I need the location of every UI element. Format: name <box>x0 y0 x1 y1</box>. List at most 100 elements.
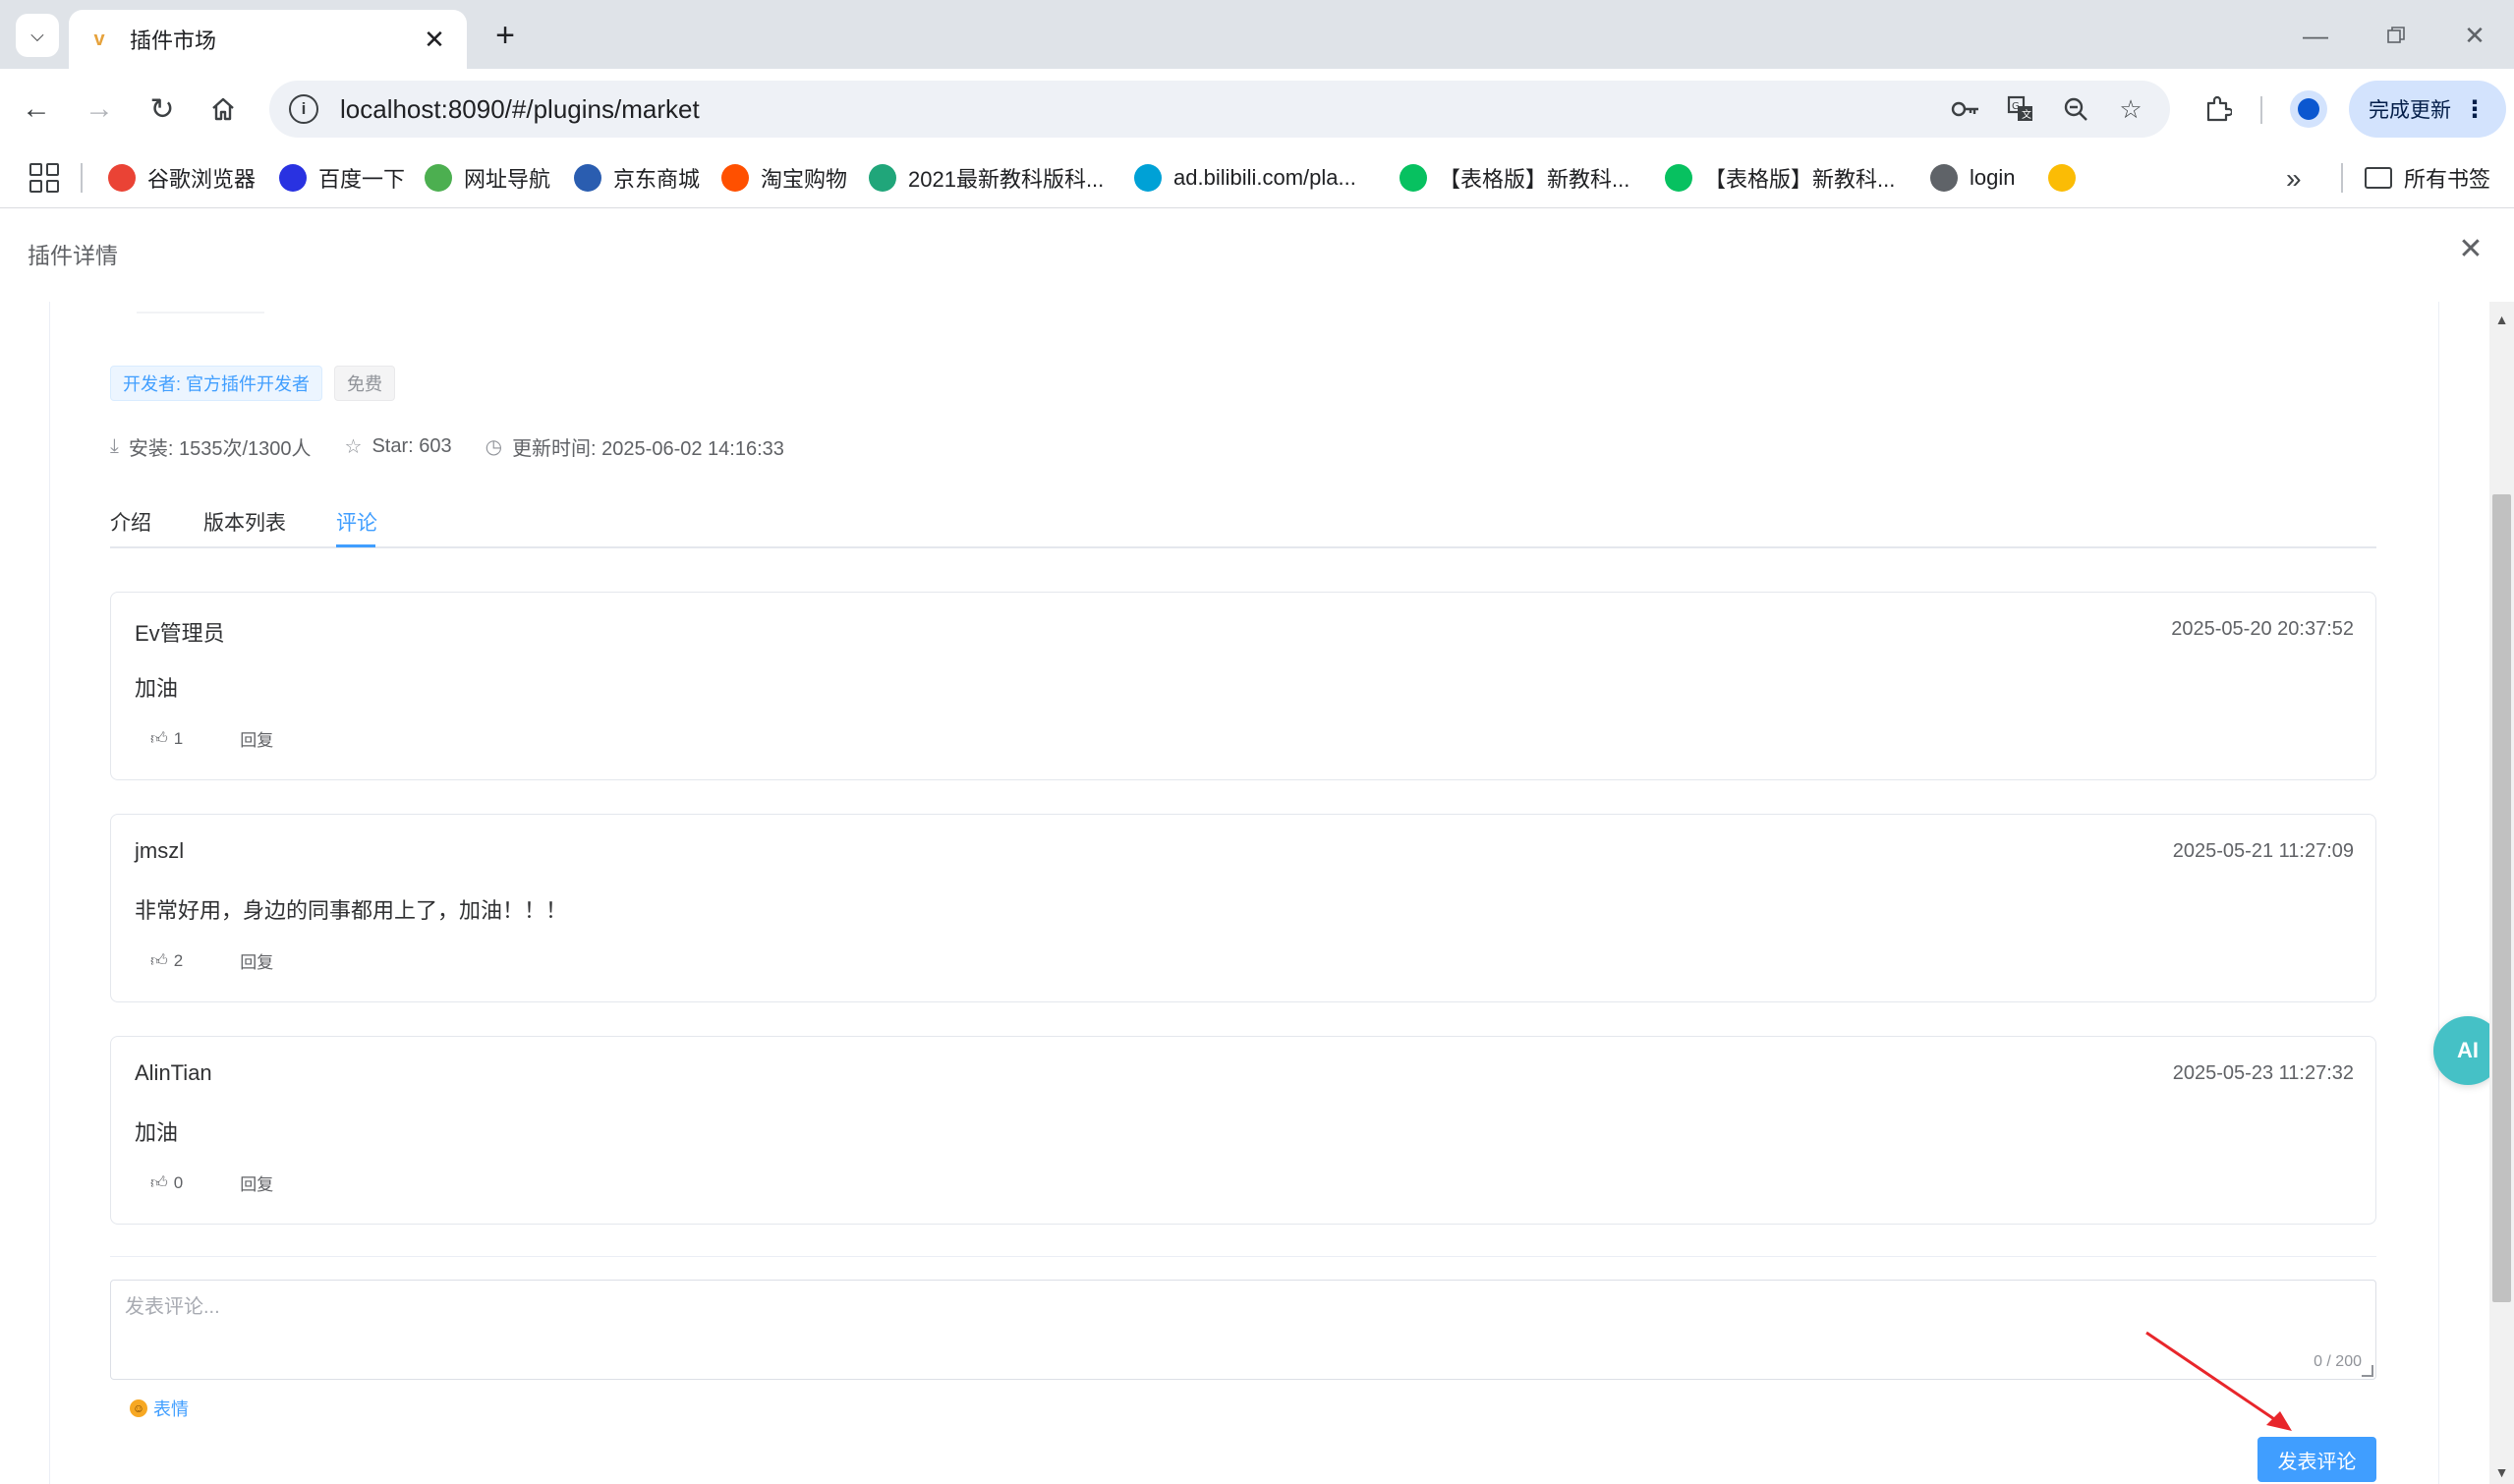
comment-actions: 👍︎ 1 回复 <box>150 726 273 751</box>
bookmark-label: 谷歌浏览器 <box>147 167 257 192</box>
site-info-icon[interactable]: i <box>289 94 318 124</box>
svg-text:文: 文 <box>2022 108 2031 121</box>
download-icon: ⤓ <box>110 435 119 457</box>
bookmark-item[interactable]: login <box>1930 159 2015 197</box>
address-bar[interactable]: i localhost:8090/#/plugins/market 文G ☆ <box>269 81 2170 138</box>
comment-author: Ev管理员 <box>135 621 225 646</box>
all-bookmarks-label: 所有书签 <box>2404 167 2491 192</box>
comment-card: jmszl 2025-05-21 11:27:09 非常好用，身边的同事都用上了… <box>110 814 2376 1002</box>
reply-button[interactable]: 回复 <box>240 1170 273 1195</box>
bookmark-item[interactable]: 【表格版】新教科... <box>1665 159 1895 197</box>
like-count: 2 <box>173 950 184 970</box>
bookmark-label: ad.bilibili.com/pla... <box>1173 165 1356 190</box>
tab-versions[interactable]: 版本列表 <box>203 507 286 546</box>
page-scrollbar[interactable]: ▲ ▼ <box>2489 302 2514 1484</box>
bookmarks-bar: 谷歌浏览器 百度一下 网址导航 京东商城 淘宝购物 2021最新教科版科... ad.bil… <box>0 149 2514 208</box>
new-tab-button[interactable]: + <box>484 14 527 57</box>
bookmark-item[interactable]: 百度一下 <box>279 159 405 197</box>
browser-tab-active[interactable]: v 插件市场 ✕ <box>69 10 467 69</box>
back-arrow-icon[interactable]: ← <box>14 86 59 132</box>
scrollbar-thumb[interactable] <box>2492 494 2511 1302</box>
emoji-button[interactable]: ☺ 表情 <box>130 1396 189 1421</box>
comment-input[interactable] <box>125 1290 2362 1349</box>
close-window-icon[interactable]: ✕ <box>2453 14 2496 57</box>
bookmark-item[interactable]: 网址导航 <box>425 159 550 197</box>
emoji-label: 表情 <box>153 1399 189 1419</box>
reply-button[interactable]: 回复 <box>240 948 273 973</box>
tab-intro[interactable]: 介绍 <box>110 507 151 546</box>
more-bookmarks-chevron-icon[interactable]: » <box>2286 163 2302 195</box>
globe-icon <box>1930 164 1958 192</box>
home-icon[interactable] <box>200 86 246 132</box>
comment-actions: 👍︎ 0 回复 <box>150 1170 273 1195</box>
star-count-text: Star: 603 <box>371 435 452 457</box>
bookmark-label: 2021最新教科版科... <box>908 167 1105 192</box>
bookmark-label: 百度一下 <box>318 167 406 192</box>
detail-tabs: 介绍 版本列表 评论 <box>110 503 2376 548</box>
char-counter: 0 / 200 <box>2314 1353 2362 1370</box>
tab-search-button[interactable]: ⌵ <box>16 14 59 57</box>
like-count: 1 <box>173 728 184 748</box>
tab-comments[interactable]: 评论 <box>336 507 377 546</box>
password-key-icon[interactable] <box>1946 89 1985 129</box>
bookmark-item[interactable]: 2021最新教科版科... <box>869 159 1104 197</box>
translate-icon[interactable]: 文G <box>2001 89 2040 129</box>
address-url[interactable]: localhost:8090/#/plugins/market <box>340 94 1930 125</box>
scroll-up-arrow-icon[interactable]: ▲ <box>2489 308 2514 331</box>
price-tag: 免费 <box>334 366 396 401</box>
like-button[interactable]: 👍︎ 2 <box>150 950 183 971</box>
svg-text:G: G <box>2012 101 2020 112</box>
resize-handle-icon[interactable] <box>2362 1365 2373 1377</box>
wechat-icon <box>1665 164 1692 192</box>
updated-time: ◷ 更新时间: 2025-06-02 14:16:33 <box>486 432 784 461</box>
apps-grid-icon[interactable] <box>29 163 59 193</box>
thumbs-up-icon: 👍︎ <box>150 1173 168 1192</box>
like-button[interactable]: 👍︎ 0 <box>150 1172 183 1193</box>
doc-icon <box>869 164 896 192</box>
close-tab-icon[interactable]: ✕ <box>420 25 449 54</box>
restore-window-icon[interactable] <box>2374 14 2418 57</box>
bookmark-label: 网址导航 <box>464 167 551 192</box>
comment-time: 2025-05-21 11:27:09 <box>2172 840 2354 862</box>
reply-button[interactable]: 回复 <box>240 726 273 751</box>
plugin-meta: ⤓ 安装: 1535次/1300人 ☆ Star: 603 ◷ 更新时间: 20… <box>110 432 818 461</box>
extensions-puzzle-icon[interactable] <box>2196 86 2241 132</box>
folder-icon <box>2365 167 2392 189</box>
zoom-icon[interactable] <box>2056 89 2095 129</box>
reload-icon[interactable]: ↻ <box>140 86 185 132</box>
minimize-window-icon[interactable]: — <box>2294 14 2337 57</box>
install-count: ⤓ 安装: 1535次/1300人 <box>110 432 312 461</box>
chevron-down-icon: ⌵ <box>30 25 44 45</box>
annotation-arrow-icon <box>2145 1331 2292 1431</box>
bookmark-item[interactable]: 谷歌浏览器 <box>108 159 256 197</box>
taobao-icon <box>721 164 749 192</box>
bookmark-label: 【表格版】新教科... <box>1439 167 1630 192</box>
submit-comment-button[interactable]: 发表评论 <box>2257 1437 2376 1482</box>
plugin-detail-header: 插件详情 ✕ <box>0 209 2514 302</box>
star-icon: ☆ <box>344 436 363 458</box>
tab-title: 插件市场 <box>130 29 217 53</box>
bookmark-item[interactable] <box>2048 159 2087 197</box>
browser-tab-strip: ⌵ v 插件市场 ✕ + — ✕ <box>0 0 2514 69</box>
thumbs-up-icon: 👍︎ <box>150 729 168 748</box>
close-detail-icon[interactable]: ✕ <box>2451 229 2490 268</box>
complete-update-button[interactable]: 完成更新 ⋮ <box>2349 81 2506 138</box>
comment-card: AlinTian 2025-05-23 11:27:32 加油 👍︎ 0 回复 <box>110 1036 2376 1225</box>
profile-avatar-dot <box>2298 98 2319 120</box>
all-bookmarks-button[interactable]: 所有书签 <box>2365 159 2490 197</box>
bookmark-star-icon[interactable]: ☆ <box>2111 89 2150 129</box>
profile-avatar-icon[interactable] <box>2290 90 2327 128</box>
comment-time: 2025-05-23 11:27:32 <box>2172 1062 2354 1084</box>
baidu-icon <box>279 164 307 192</box>
smiley-icon: ☺ <box>130 1399 147 1417</box>
bookmark-item[interactable]: ad.bilibili.com/pla... <box>1134 159 1356 197</box>
forward-arrow-icon[interactable]: → <box>77 86 122 132</box>
bookmark-item[interactable]: 淘宝购物 <box>721 159 847 197</box>
scroll-down-arrow-icon[interactable]: ▼ <box>2489 1460 2514 1484</box>
bookmark-item[interactable]: 京东商城 <box>574 159 700 197</box>
bookmarks-divider <box>81 163 83 193</box>
like-button[interactable]: 👍︎ 1 <box>150 728 183 749</box>
star-count: ☆ Star: 603 <box>345 434 452 459</box>
comment-text: 非常好用，身边的同事都用上了，加油！！！ <box>135 898 568 923</box>
bookmark-item[interactable]: 【表格版】新教科... <box>1400 159 1629 197</box>
